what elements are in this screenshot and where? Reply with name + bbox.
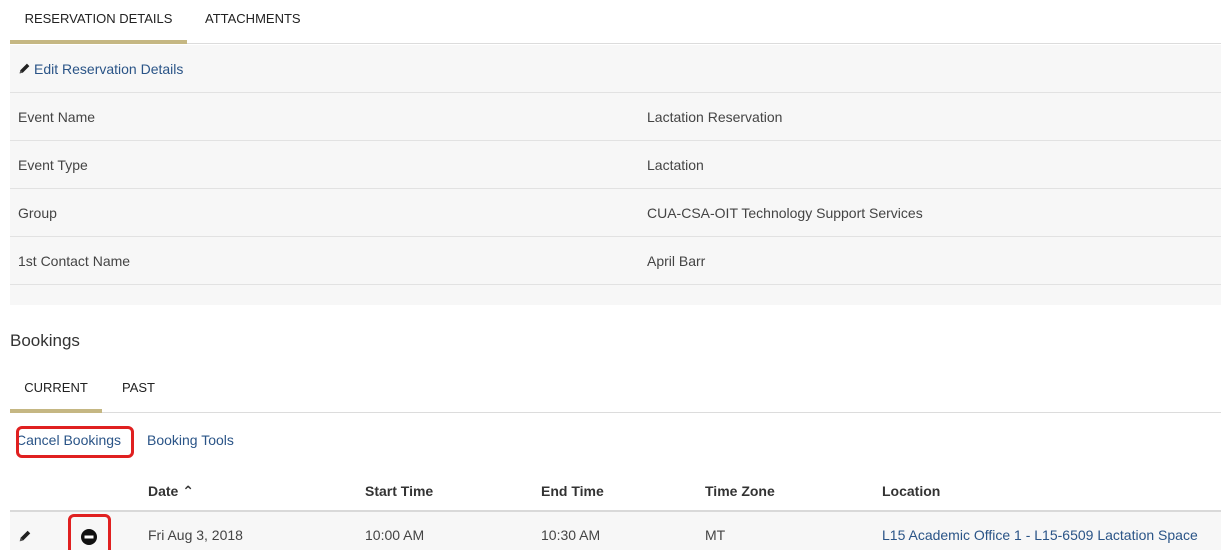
detail-row-group: Group CUA-CSA-OIT Technology Support Ser…: [10, 189, 1221, 237]
booking-tools-link[interactable]: Booking Tools: [147, 432, 234, 448]
cell-location-link[interactable]: L15 Academic Office 1 - L15-6509 Lactati…: [882, 527, 1198, 543]
edit-row: Edit Reservation Details: [10, 45, 1221, 93]
edit-reservation-details-link[interactable]: Edit Reservation Details: [18, 61, 183, 77]
pencil-icon[interactable]: [18, 529, 32, 543]
detail-value: CUA-CSA-OIT Technology Support Services: [647, 205, 923, 221]
detail-label: Group: [18, 205, 57, 221]
cell-end-time: 10:30 AM: [541, 527, 601, 543]
bookings-tabs: CURRENT PAST: [10, 370, 1221, 413]
column-header-start-time: Start Time: [365, 483, 434, 499]
detail-label: Event Name: [18, 109, 96, 125]
bookings-table-header: Date ⌃ Start Time End Time Time Zone Loc…: [10, 470, 1221, 512]
detail-value: Lactation Reservation: [647, 109, 783, 125]
detail-label: Event Type: [18, 157, 88, 173]
cell-time-zone: MT: [705, 527, 726, 543]
edit-reservation-details-label: Edit Reservation Details: [34, 60, 184, 77]
cell-date: Fri Aug 3, 2018: [148, 527, 243, 543]
column-header-end-time: End Time: [541, 483, 604, 499]
detail-row-contact-name: 1st Contact Name April Barr: [10, 237, 1221, 285]
reservation-details-panel: Edit Reservation Details Event Name Lact…: [10, 45, 1221, 305]
pencil-icon: [19, 63, 30, 74]
detail-row-event-type: Event Type Lactation: [10, 141, 1221, 189]
column-header-location: Location: [882, 483, 941, 499]
tab-past[interactable]: PAST: [122, 370, 155, 413]
tab-attachments[interactable]: ATTACHMENTS: [205, 0, 301, 44]
cell-start-time: 10:00 AM: [365, 527, 425, 543]
column-header-date[interactable]: Date ⌃: [148, 470, 194, 512]
detail-value: Lactation: [647, 157, 704, 173]
detail-value: April Barr: [647, 253, 706, 269]
reservation-tabs: RESERVATION DETAILS ATTACHMENTS: [10, 0, 1221, 44]
tab-reservation-details[interactable]: RESERVATION DETAILS: [10, 0, 187, 44]
detail-label: 1st Contact Name: [18, 253, 131, 269]
column-header-time-zone: Time Zone: [705, 483, 775, 499]
detail-row-event-name: Event Name Lactation Reservation: [10, 93, 1221, 141]
tab-current[interactable]: CURRENT: [10, 370, 102, 413]
cancel-bookings-link[interactable]: Cancel Bookings: [16, 432, 121, 448]
table-row: Fri Aug 3, 2018 10:00 AM 10:30 AM MT L15…: [10, 512, 1221, 550]
bookings-heading: Bookings: [10, 331, 80, 350]
booking-tools-bar: Cancel Bookings Booking Tools: [10, 414, 1221, 470]
minus-circle-icon[interactable]: [81, 529, 97, 545]
